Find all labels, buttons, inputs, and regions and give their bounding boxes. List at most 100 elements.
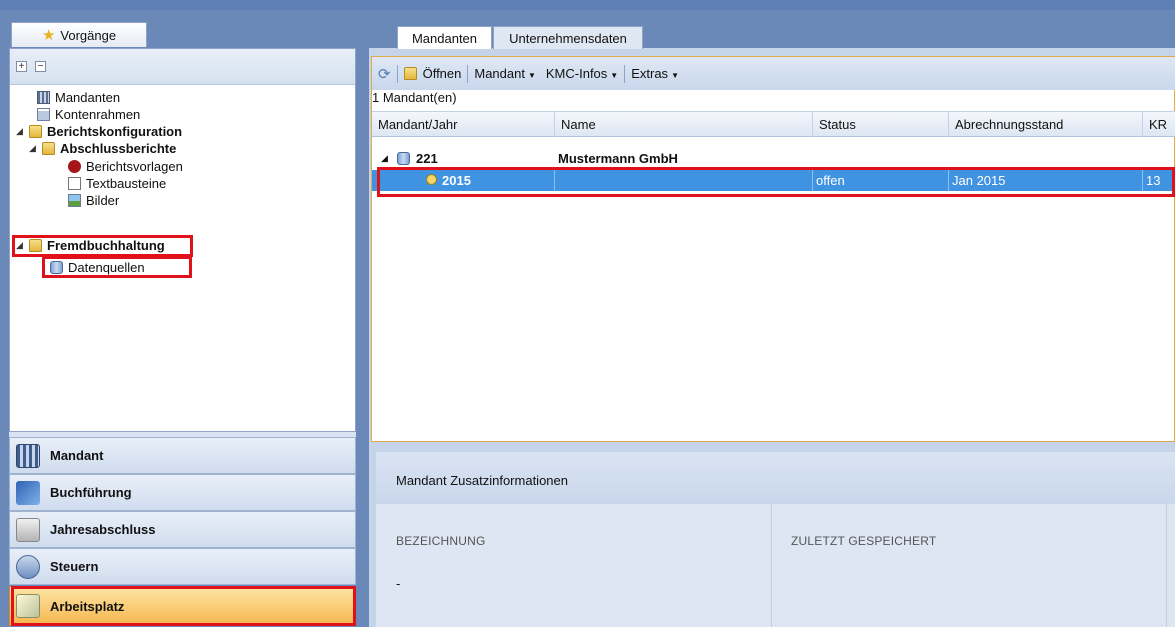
kmc-infos-menu-label: KMC-Infos: [545, 66, 608, 81]
clock-icon: [426, 174, 437, 185]
tree-item-label: Bilder: [86, 193, 120, 208]
paragraph-icon: [16, 554, 40, 579]
tab-unternehmensdaten[interactable]: Unternehmensdaten: [493, 26, 643, 49]
tree-item-label: Abschlussberichte: [60, 141, 177, 156]
column-header-name[interactable]: Name: [554, 112, 812, 137]
nav-button-buchfuehrung[interactable]: Buchführung: [9, 474, 356, 511]
tab-vorgaenge[interactable]: ★ Vorgänge: [11, 22, 147, 47]
cell-year: 2015: [442, 173, 471, 188]
mandant-menu-button[interactable]: Mandant ▼: [474, 66, 536, 81]
nav-button-label: Jahresabschluss: [50, 522, 156, 537]
grid-icon: [37, 91, 50, 104]
extras-menu-label: Extras: [631, 66, 669, 81]
expand-arrow-icon[interactable]: ◢: [381, 148, 388, 169]
star-icon: ★: [41, 27, 56, 44]
refresh-icon[interactable]: ⟳: [378, 65, 391, 83]
nav-button-mandant[interactable]: Mandant: [9, 437, 356, 474]
tab-label: Mandanten: [411, 30, 478, 46]
mandant-menu-label: Mandant: [474, 66, 525, 81]
image-icon: [68, 194, 81, 207]
column-divider: [771, 504, 772, 627]
window-top-strip: [0, 0, 1175, 10]
column-divider: [1166, 504, 1167, 627]
folder-icon: [403, 67, 417, 80]
database-icon: [50, 261, 63, 274]
document-icon: [37, 108, 50, 121]
scales-icon: [16, 517, 40, 542]
tree-item-label: Fremdbuchhaltung: [47, 238, 165, 253]
kmc-infos-menu-button[interactable]: KMC-Infos ▼: [546, 66, 618, 81]
column-header-kr[interactable]: KR: [1142, 112, 1175, 137]
expand-all-button[interactable]: +: [16, 61, 27, 72]
tree-item-label: Kontenrahmen: [55, 107, 141, 122]
zuletzt-gespeichert-label: ZULETZT GESPEICHERT: [791, 534, 937, 548]
toolbar-separator: [624, 64, 626, 83]
book-icon: [68, 160, 81, 173]
tree-panel: + − Mandanten Kontenrahmen ◢ Berichtskon…: [9, 48, 356, 432]
chevron-down-icon: ▼: [610, 71, 619, 80]
info-panel-title: Mandant Zusatzinformationen: [376, 452, 1175, 504]
nav-button-label: Mandant: [50, 448, 104, 463]
bezeichnung-value: -: [396, 576, 401, 591]
page-icon: [68, 177, 81, 190]
folder-icon: [29, 239, 42, 252]
collapse-all-button[interactable]: −: [35, 61, 46, 72]
table-row-221[interactable]: ◢ 221 Mustermann GmbH: [372, 148, 1175, 169]
nav-button-steuern[interactable]: Steuern: [9, 548, 356, 585]
cell-status: offen: [812, 170, 948, 191]
tab-vorgaenge-label: Vorgänge: [60, 27, 117, 43]
cell-kr: 13: [1142, 170, 1175, 191]
extras-menu-button[interactable]: Extras ▼: [631, 66, 679, 81]
nav-button-label: Buchführung: [50, 485, 132, 500]
open-button[interactable]: Öffnen: [423, 66, 462, 81]
expand-arrow-icon[interactable]: ◢: [29, 143, 37, 154]
cell-name: [554, 170, 812, 191]
grid-toolbar: ⟳ Öffnen Mandant ▼ KMC-Infos ▼ Extras ▼: [372, 57, 1175, 90]
nav-button-arbeitsplatz[interactable]: Arbeitsplatz: [9, 586, 356, 626]
book-icon: [16, 480, 40, 505]
tree-toolbar: + −: [10, 49, 355, 85]
tree-item-label: Mandanten: [55, 90, 121, 105]
tree-item-label: Datenquellen: [68, 260, 145, 275]
cell-mandant-id: 221: [416, 151, 438, 166]
tree-item-berichtsvorlagen[interactable]: Berichtsvorlagen: [68, 158, 183, 175]
expand-arrow-icon[interactable]: ◢: [16, 240, 24, 251]
mandanten-grid-panel: ⟳ Öffnen Mandant ▼ KMC-Infos ▼ Extras ▼ 1 M…: [371, 56, 1175, 442]
toolbar-separator: [467, 64, 469, 83]
tree-item-label: Berichtsvorlagen: [86, 159, 183, 174]
nav-button-label: Arbeitsplatz: [50, 598, 125, 614]
cell-name: Mustermann GmbH: [558, 151, 678, 166]
tree-item-fremdbuchhaltung[interactable]: ◢ Fremdbuchhaltung: [16, 237, 165, 254]
nav-button-jahresabschluss[interactable]: Jahresabschluss: [9, 511, 356, 548]
folder-icon: [29, 125, 42, 138]
info-panel-body: BEZEICHNUNG - ZULETZT GESPEICHERT: [376, 504, 1175, 627]
bezeichnung-label: BEZEICHNUNG: [396, 534, 486, 548]
tree-item-label: Berichtskonfiguration: [47, 124, 183, 139]
column-header-status[interactable]: Status: [812, 112, 948, 137]
cell-abrechnungsstand: Jan 2015: [948, 170, 1142, 191]
chevron-down-icon: ▼: [527, 71, 536, 80]
toolbar-separator: [396, 64, 398, 83]
tree-item-textbausteine[interactable]: Textbausteine: [68, 175, 166, 192]
grid-icon: [16, 443, 40, 468]
tree-item-datenquellen[interactable]: Datenquellen: [50, 259, 145, 276]
table-row-2015[interactable]: 2015 offen Jan 2015 13: [372, 170, 1175, 191]
column-header-mandant-jahr[interactable]: Mandant/Jahr: [372, 112, 554, 137]
tree-item-label: Textbausteine: [86, 176, 167, 191]
tree-item-abschlussberichte[interactable]: ◢ Abschlussberichte: [29, 140, 176, 157]
folder-icon: [42, 142, 55, 155]
tree-item-bilder[interactable]: Bilder: [68, 192, 119, 209]
record-count: 1 Mandant(en): [372, 90, 457, 105]
chevron-down-icon: ▼: [671, 71, 679, 80]
tree-item-mandanten[interactable]: Mandanten: [37, 89, 120, 106]
expand-arrow-icon[interactable]: ◢: [16, 126, 24, 137]
tab-label: Unternehmensdaten: [509, 30, 627, 46]
brush-icon: [16, 594, 40, 618]
tree-item-berichtskonfiguration[interactable]: ◢ Berichtskonfiguration: [16, 123, 182, 140]
tab-mandanten[interactable]: Mandanten: [397, 26, 492, 49]
database-icon: [397, 152, 410, 165]
tree-item-kontenrahmen[interactable]: Kontenrahmen: [37, 106, 140, 123]
grid-header-row: Mandant/Jahr Name Status Abrechnungsstan…: [372, 111, 1175, 137]
nav-button-label: Steuern: [50, 559, 99, 574]
column-header-abrechnungsstand[interactable]: Abrechnungsstand: [948, 112, 1142, 137]
